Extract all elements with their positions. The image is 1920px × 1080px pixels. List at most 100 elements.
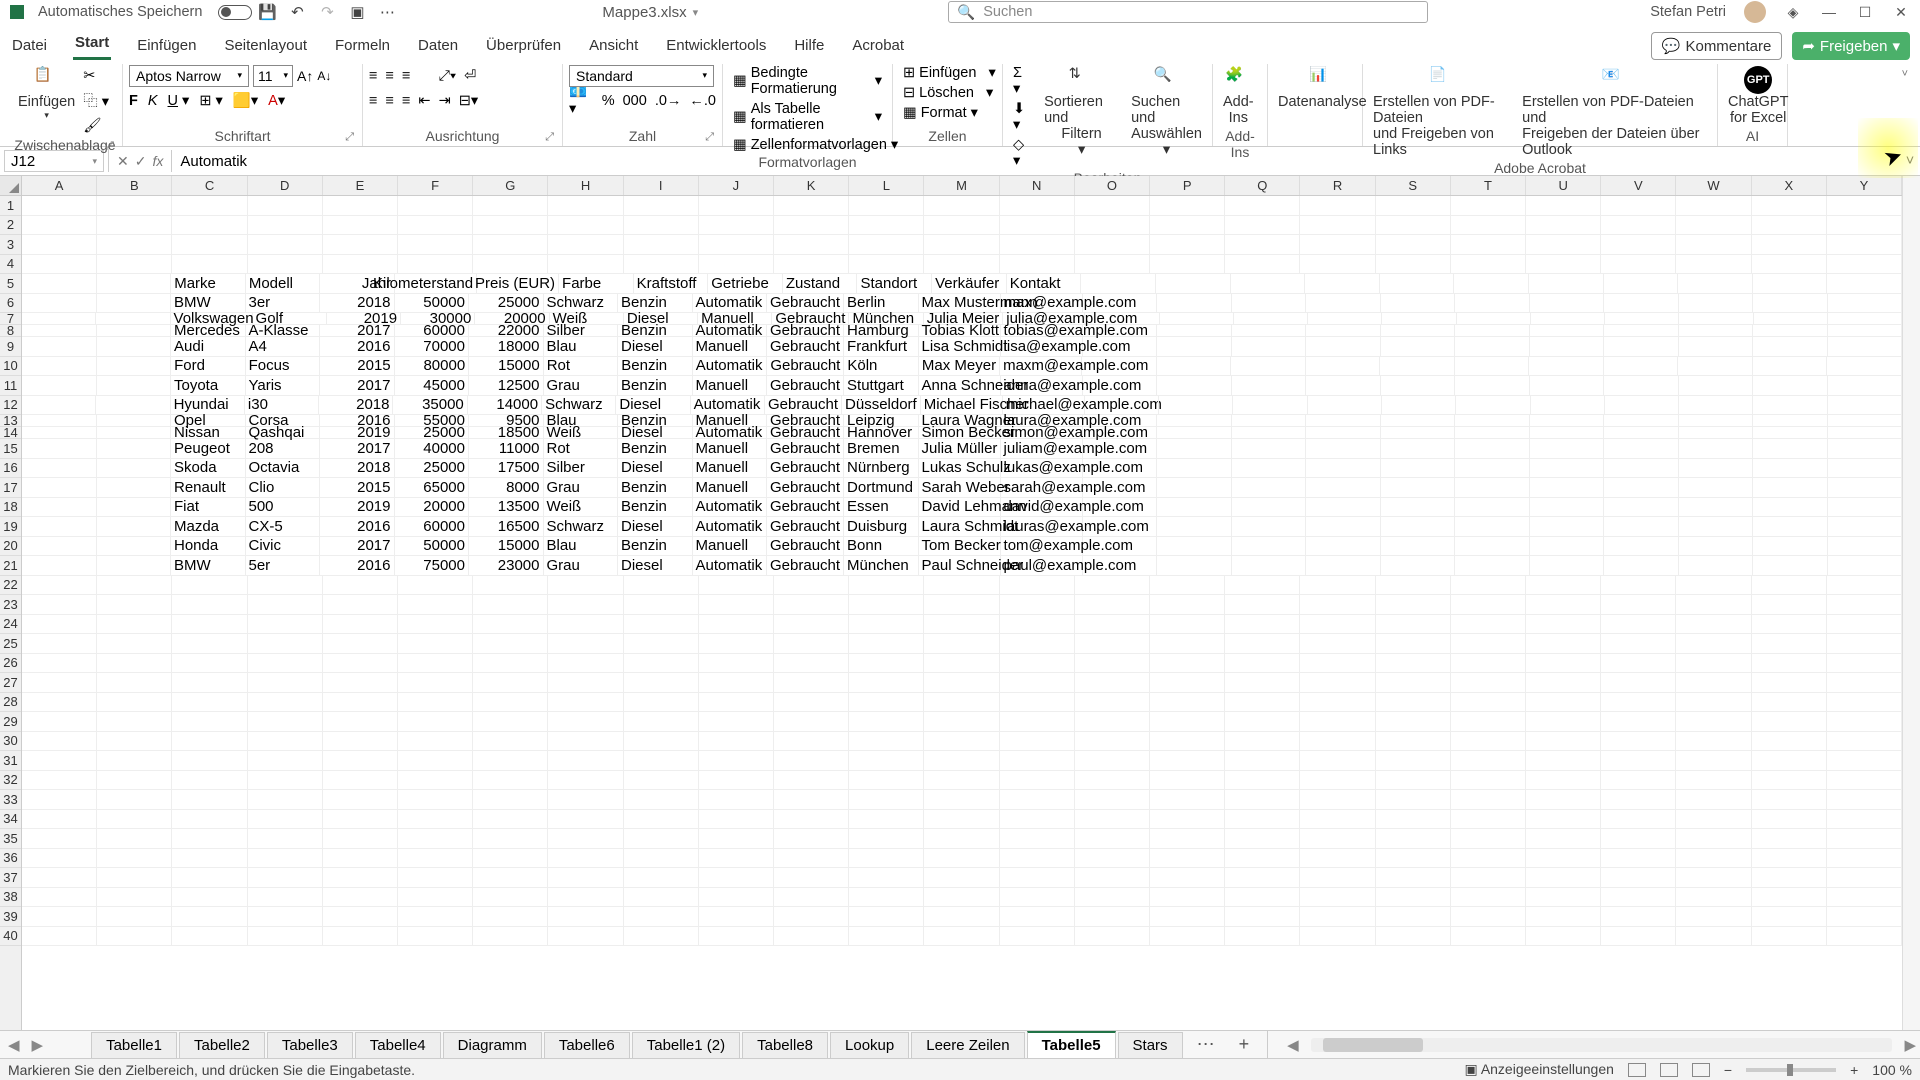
cell[interactable] — [1676, 712, 1751, 731]
cell[interactable] — [398, 868, 473, 887]
cell[interactable] — [1381, 427, 1456, 438]
cell[interactable]: Farbe — [559, 274, 634, 293]
cell[interactable] — [1526, 907, 1601, 926]
cell[interactable] — [1601, 868, 1676, 887]
cell[interactable] — [1000, 732, 1075, 751]
row-header[interactable]: 38 — [0, 888, 21, 908]
cell[interactable] — [1676, 196, 1751, 215]
row-header[interactable]: 9 — [0, 337, 21, 357]
cell[interactable] — [624, 868, 699, 887]
cell[interactable] — [1451, 235, 1526, 254]
cell[interactable]: Getriebe — [708, 274, 783, 293]
cell[interactable] — [1225, 771, 1300, 790]
copy-icon[interactable]: ⿻ ▾ — [83, 90, 109, 111]
cell[interactable] — [1451, 216, 1526, 235]
cell[interactable] — [548, 790, 623, 809]
cell[interactable] — [1300, 829, 1375, 848]
cell[interactable] — [1530, 427, 1605, 438]
cell[interactable] — [1753, 498, 1828, 517]
camera-icon[interactable]: ▣ — [348, 3, 366, 21]
cell[interactable] — [1753, 537, 1828, 556]
cell[interactable]: CX-5 — [246, 517, 321, 536]
cell[interactable] — [1376, 216, 1451, 235]
cell[interactable] — [1604, 459, 1679, 478]
cell[interactable] — [1381, 478, 1456, 497]
cell[interactable] — [699, 907, 774, 926]
cell[interactable]: 5er — [246, 556, 321, 575]
cell[interactable] — [624, 673, 699, 692]
pdf-share-link-button[interactable]: 📄Erstellen von PDF-Dateienund Freigeben … — [1369, 64, 1514, 160]
cell[interactable] — [1150, 849, 1225, 868]
cell[interactable] — [548, 868, 623, 887]
cell[interactable]: Rot — [544, 439, 619, 458]
row-header[interactable]: 18 — [0, 498, 21, 518]
cell[interactable] — [172, 634, 247, 653]
cell[interactable] — [1150, 810, 1225, 829]
cell[interactable] — [1451, 771, 1526, 790]
cell[interactable]: 8000 — [469, 478, 544, 497]
cell[interactable] — [1306, 556, 1381, 575]
page-layout-view-icon[interactable] — [1660, 1063, 1678, 1077]
cell[interactable] — [849, 732, 924, 751]
cell[interactable] — [1075, 790, 1150, 809]
cell[interactable] — [774, 235, 849, 254]
cell[interactable] — [1678, 274, 1753, 293]
cell[interactable] — [1232, 337, 1307, 356]
cell[interactable] — [548, 216, 623, 235]
conditional-formatting-button[interactable]: ▦ Bedingte Formatierung ▾ — [729, 64, 886, 98]
cell[interactable] — [1604, 439, 1679, 458]
cell[interactable] — [849, 868, 924, 887]
cell[interactable] — [1160, 313, 1234, 324]
cell[interactable] — [924, 907, 999, 926]
cell[interactable] — [1000, 810, 1075, 829]
format-as-table-button[interactable]: ▦ Als Tabelle formatieren ▾ — [729, 100, 886, 134]
data-analysis-button[interactable]: 📊Datenanalyse — [1274, 64, 1371, 112]
cell[interactable] — [172, 235, 247, 254]
cell[interactable] — [774, 732, 849, 751]
cell[interactable] — [924, 673, 999, 692]
cell[interactable] — [1455, 357, 1530, 376]
cell[interactable]: Silber — [544, 459, 619, 478]
row-header[interactable]: 5 — [0, 274, 21, 294]
expand-formula-bar-icon[interactable]: ˅ — [1900, 153, 1920, 169]
cell[interactable] — [1526, 810, 1601, 829]
cell[interactable] — [1451, 927, 1526, 946]
cell[interactable] — [22, 927, 97, 946]
cell[interactable]: Sarah Weber — [919, 478, 1001, 497]
cell[interactable] — [1601, 790, 1676, 809]
cell[interactable] — [774, 216, 849, 235]
cell[interactable] — [97, 337, 172, 356]
cell[interactable] — [548, 751, 623, 770]
row-header[interactable]: 31 — [0, 751, 21, 771]
dialog-launcher-icon[interactable]: ⤢ — [705, 131, 714, 144]
cell[interactable] — [398, 849, 473, 868]
cell[interactable] — [1232, 415, 1307, 426]
cell[interactable] — [1300, 693, 1375, 712]
cell[interactable] — [699, 216, 774, 235]
cell[interactable] — [1150, 751, 1225, 770]
cell[interactable] — [1530, 294, 1605, 313]
cell[interactable] — [398, 693, 473, 712]
cell[interactable] — [398, 810, 473, 829]
cell[interactable] — [172, 595, 247, 614]
cell[interactable] — [1000, 673, 1075, 692]
cell[interactable]: 17500 — [469, 459, 544, 478]
cell[interactable] — [398, 712, 473, 731]
cell[interactable] — [323, 595, 398, 614]
cell[interactable] — [924, 595, 999, 614]
cell[interactable] — [1526, 255, 1601, 274]
cell[interactable] — [1601, 927, 1676, 946]
cell[interactable] — [1225, 888, 1300, 907]
cell[interactable]: anna@example.com — [1001, 376, 1083, 395]
cell[interactable] — [1157, 459, 1232, 478]
cell[interactable] — [1827, 615, 1902, 634]
cell[interactable] — [172, 712, 247, 731]
row-header[interactable]: 24 — [0, 615, 21, 635]
cell[interactable] — [1150, 868, 1225, 887]
cell[interactable] — [22, 673, 97, 692]
cell[interactable] — [1828, 517, 1902, 536]
tab-einfügen[interactable]: Einfügen — [135, 33, 198, 60]
cell[interactable] — [1157, 376, 1232, 395]
cell[interactable] — [1232, 294, 1307, 313]
cell[interactable] — [248, 849, 323, 868]
